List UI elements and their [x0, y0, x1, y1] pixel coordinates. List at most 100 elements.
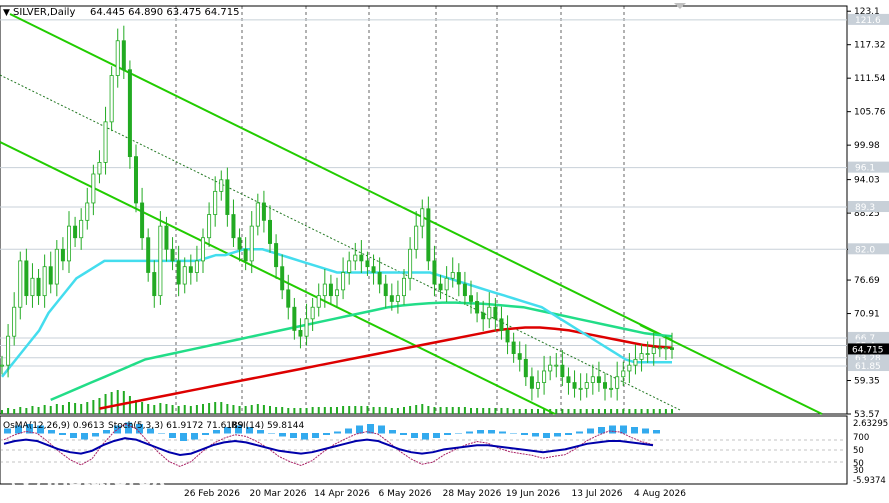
candle-body [280, 266, 285, 291]
ohlc-readout: 64.445 64.890 63.475 64.715 [90, 7, 240, 18]
osc-axis-label: -5.9374 [853, 476, 886, 486]
candle-body [377, 272, 382, 285]
volume-bar [19, 407, 22, 414]
volume-bar [567, 409, 570, 414]
candle-body [353, 254, 358, 262]
osma-bar [378, 425, 385, 434]
volume-bar [92, 400, 95, 414]
volume-bar [530, 409, 533, 414]
volume-bar [409, 406, 412, 414]
watermark-tagline: Instant Forex Trading [48, 489, 152, 501]
osma-bar [400, 433, 407, 435]
candle-body [207, 214, 212, 239]
osma-bar [466, 431, 473, 434]
x-tick-label: 4 Aug 2026 [634, 489, 686, 499]
volume-bar [579, 409, 582, 414]
candle-body [511, 341, 516, 354]
candle-body [188, 266, 193, 273]
candle-body [91, 173, 96, 204]
osma-bar [510, 433, 517, 434]
volume-bar [153, 405, 156, 414]
osma-bar [312, 433, 319, 438]
stoch-label: Stoch(5,3,3) 61.9172 71.6189 [108, 421, 244, 431]
candle-body [97, 162, 102, 175]
volume-bar [658, 409, 661, 414]
candle-body [200, 237, 205, 262]
volume-bar [591, 409, 594, 414]
candle-body [274, 243, 279, 268]
candle-body [255, 202, 260, 227]
candle-body [395, 295, 400, 302]
osma-bar [631, 427, 638, 434]
price-chart[interactable]: 123.1117.32111.54105.7699.9894.0388.2582… [0, 0, 889, 503]
candle-body [548, 364, 553, 372]
candle-body [36, 277, 41, 297]
volume-bar [68, 402, 70, 414]
candle-body [170, 248, 175, 262]
candle-body [426, 208, 431, 262]
osma-bar [587, 428, 594, 434]
osma-bar [554, 433, 561, 437]
volume-bar [652, 409, 655, 414]
volume-bar [269, 406, 271, 414]
x-tick-label: 6 May 2026 [379, 489, 432, 499]
candle-body [261, 202, 266, 221]
volume-bar [354, 406, 357, 414]
volume-bar [476, 408, 479, 414]
volume-bar [220, 402, 223, 414]
candle-body [237, 237, 242, 250]
candle-body [444, 277, 449, 291]
level-price-label: 89.3 [855, 203, 875, 213]
candle-body [627, 364, 632, 372]
candle-body [554, 364, 559, 367]
candle-body [310, 306, 315, 320]
volume-bar [25, 408, 28, 414]
volume-bar [202, 404, 204, 414]
candle-body [481, 312, 486, 320]
volume-bar [275, 407, 278, 414]
candle-body [633, 358, 638, 366]
chart-window: 123.1117.32111.54105.7699.9894.0388.2582… [0, 0, 889, 503]
volume-bar [165, 404, 168, 414]
candle-body [267, 219, 272, 244]
osma-bar [268, 433, 275, 434]
candle-body [663, 347, 668, 350]
candle-body [6, 335, 11, 366]
collapse-arrow-icon[interactable]: ▼ [3, 8, 10, 18]
candle-body [341, 272, 346, 291]
candle-body [42, 266, 47, 297]
volume-bar [573, 409, 576, 414]
osma-bar [345, 428, 352, 434]
candle-body [609, 387, 614, 390]
candle-body [456, 272, 461, 285]
volume-bar [390, 408, 393, 414]
volume-bar [86, 402, 89, 414]
osma-bar [653, 430, 660, 434]
volume-bar [597, 409, 600, 414]
volume-bar [329, 407, 332, 414]
candle-body [121, 40, 126, 71]
volume-bar [238, 406, 241, 414]
osma-bar [158, 433, 165, 434]
volume-bar [427, 406, 430, 414]
candle-body [176, 260, 181, 285]
candle-body [621, 370, 626, 378]
x-tick-label: 13 Jul 2026 [572, 489, 623, 499]
volume-bar [634, 409, 637, 414]
x-tick-label: 28 May 2026 [443, 489, 502, 499]
volume-bar [74, 403, 77, 414]
candle-body [115, 40, 120, 76]
osma-bar [169, 433, 176, 438]
volume-bar [80, 404, 83, 414]
volume-bar [1, 410, 3, 414]
osma-bar [543, 433, 550, 438]
candle-body [85, 202, 90, 221]
volume-bar [415, 405, 418, 414]
osma-bar [301, 433, 308, 440]
candle-body [304, 318, 309, 337]
volume-bar [7, 408, 10, 414]
x-tick-label: 19 Jun 2026 [506, 489, 560, 499]
volume-bar [226, 404, 229, 414]
candle-body [152, 272, 157, 297]
volume-bar [445, 407, 448, 414]
